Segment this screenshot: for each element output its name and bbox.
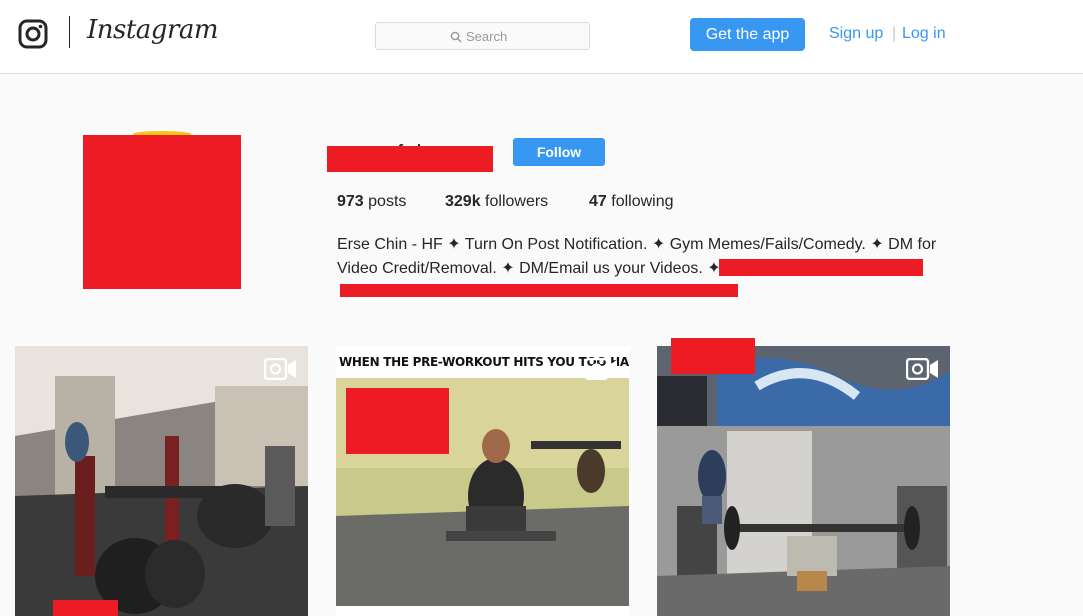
nav-separator: | — [892, 25, 897, 42]
logo-divider — [69, 16, 70, 48]
sign-up-link[interactable]: Sign up — [829, 25, 883, 43]
followers-stat[interactable]: 329k followers — [445, 193, 548, 211]
following-count: 47 — [589, 193, 607, 210]
post-thumbnail[interactable] — [15, 346, 308, 616]
search-box[interactable] — [375, 22, 590, 50]
post-photo — [15, 346, 308, 616]
post-photo — [336, 346, 629, 616]
username-redaction — [327, 146, 493, 172]
video-icon — [264, 358, 296, 380]
top-navbar: Instagram Get the app Sign up | Log in — [0, 0, 1083, 74]
search-input[interactable] — [376, 23, 589, 49]
instagram-wordmark[interactable]: Instagram — [87, 15, 219, 45]
post-redaction — [346, 388, 449, 454]
profile-avatar-redacted[interactable] — [83, 131, 241, 289]
post-photo — [657, 346, 950, 616]
post-thumbnail[interactable]: WHEN THE PRE-WORKOUT HITS YOU TOO HARD — [336, 346, 629, 616]
video-icon — [585, 358, 617, 380]
post-redaction — [671, 338, 755, 374]
video-icon — [906, 358, 938, 380]
instagram-camera-icon[interactable] — [18, 19, 48, 49]
follow-button[interactable]: Follow — [513, 138, 605, 166]
following-stat[interactable]: 47 following — [589, 193, 674, 211]
post-thumbnail[interactable] — [657, 346, 950, 616]
profile-username: f d — [327, 140, 493, 172]
bio-redaction-1 — [719, 259, 923, 276]
log-in-link[interactable]: Log in — [902, 25, 946, 43]
get-the-app-button[interactable]: Get the app — [690, 18, 805, 51]
followers-count: 329k — [445, 193, 481, 210]
posts-stat: 973 posts — [337, 193, 406, 211]
bio-redaction-2 — [340, 284, 738, 297]
posts-label: posts — [368, 193, 407, 210]
post-redaction — [53, 600, 118, 616]
posts-count: 973 — [337, 193, 364, 210]
followers-label: followers — [485, 193, 549, 210]
following-label: following — [611, 193, 674, 210]
